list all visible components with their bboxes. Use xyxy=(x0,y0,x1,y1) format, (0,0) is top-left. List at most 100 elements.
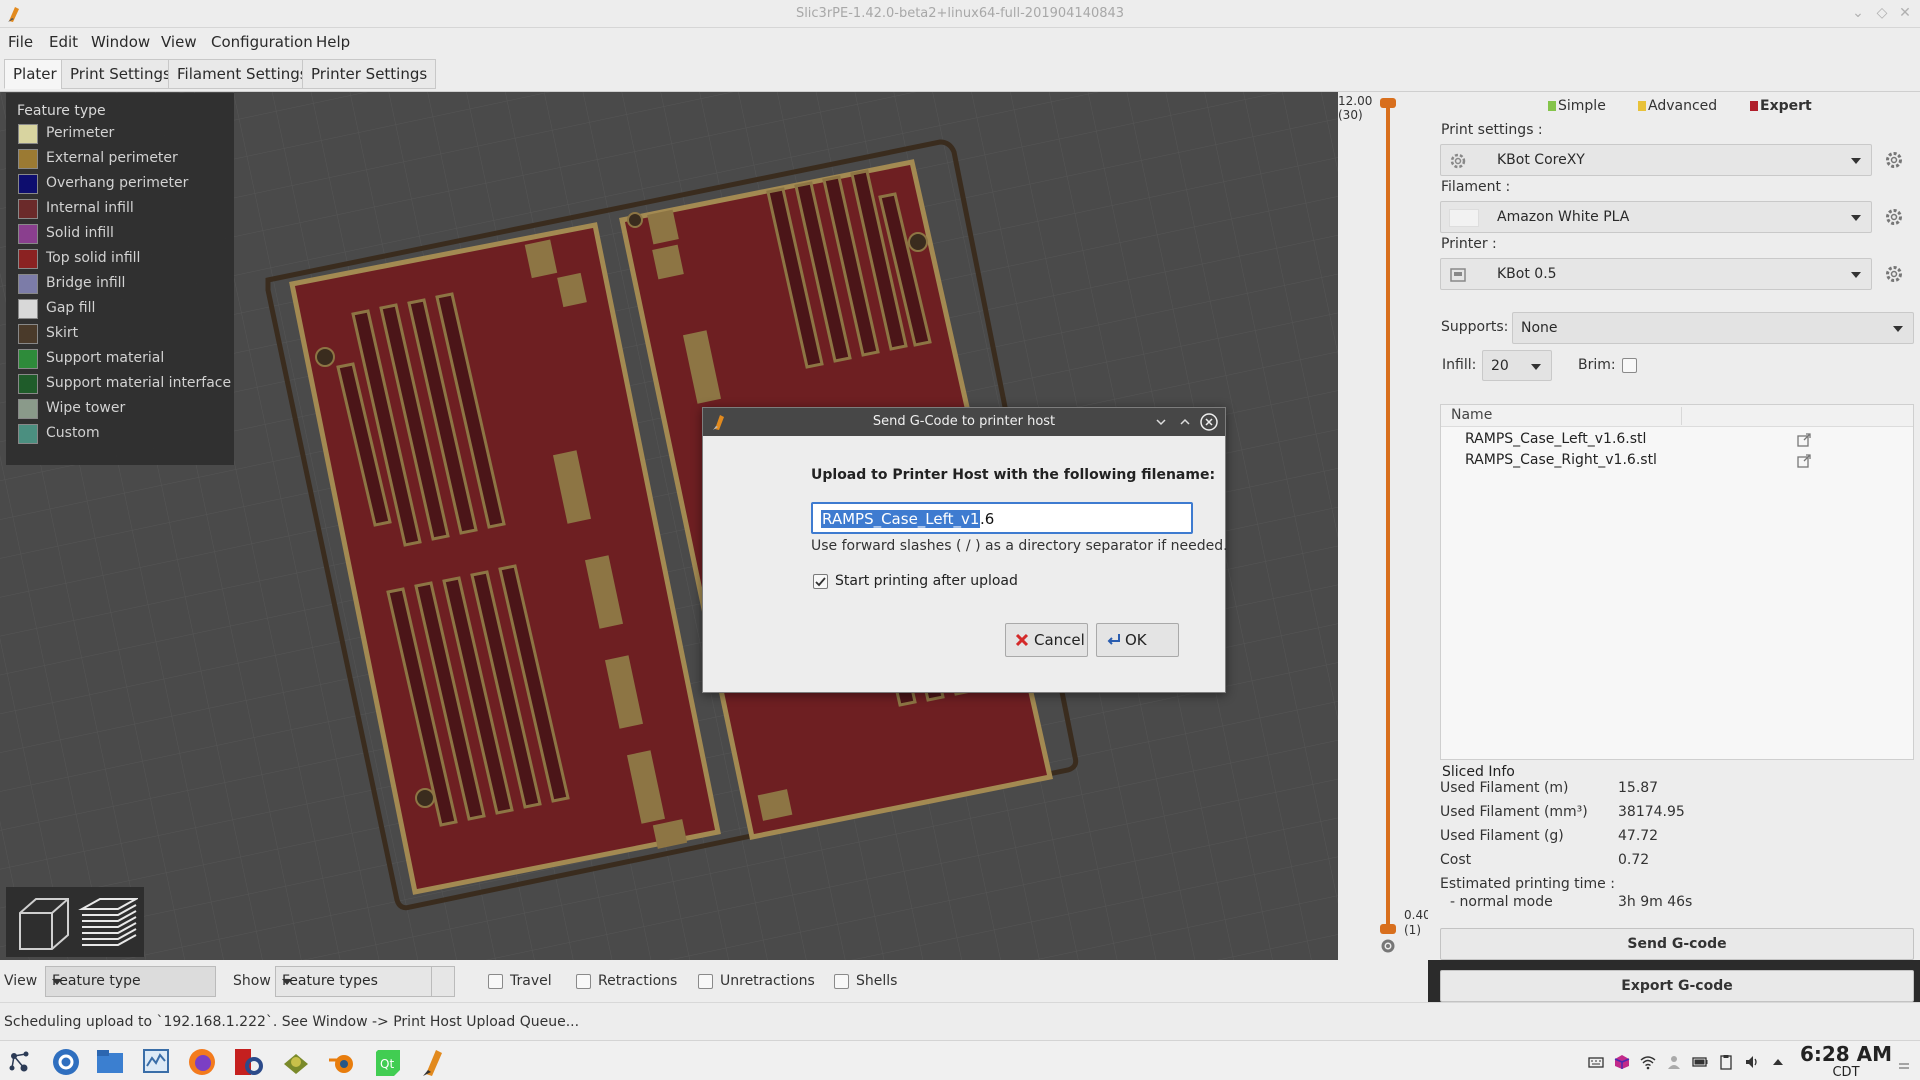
cog-icon[interactable] xyxy=(1380,938,1396,954)
cancel-button[interactable]: Cancel xyxy=(1005,623,1088,657)
qt-creator-icon[interactable]: Qt xyxy=(372,1046,404,1078)
legend-label: Perimeter xyxy=(46,125,115,141)
clock-time: 6:28 AM xyxy=(1799,1042,1893,1066)
firefox-icon[interactable] xyxy=(186,1046,218,1078)
enter-arrow-icon xyxy=(1107,634,1120,645)
freecad-icon[interactable] xyxy=(232,1046,264,1078)
send-gcode-button[interactable]: Send G-code xyxy=(1440,928,1914,960)
name-column-header[interactable]: Name xyxy=(1451,407,1492,423)
file-manager-icon[interactable] xyxy=(94,1046,126,1078)
infill-combo[interactable]: 20 xyxy=(1482,350,1552,381)
legend-swatch xyxy=(18,299,38,319)
user-icon[interactable] xyxy=(1666,1054,1682,1070)
start-printing-checkbox[interactable] xyxy=(813,574,828,589)
tab-printer-settings[interactable]: Printer Settings xyxy=(302,59,437,89)
status-message: Scheduling upload to `192.168.1.222`. Se… xyxy=(4,1014,580,1030)
battery-icon[interactable] xyxy=(1692,1054,1708,1070)
legend-label: Internal infill xyxy=(46,200,134,216)
cube-app-tray-icon[interactable] xyxy=(1614,1054,1630,1070)
menu-view[interactable]: View xyxy=(161,33,197,51)
tab-plater[interactable]: Plater xyxy=(4,59,66,89)
sliced-info-key: Used Filament (mm³) xyxy=(1440,804,1588,820)
sliced-info-key: Used Filament (m) xyxy=(1440,780,1569,796)
menu-window[interactable]: Window xyxy=(91,33,150,51)
close-icon[interactable] xyxy=(1200,413,1218,431)
travel-checkbox[interactable] xyxy=(488,974,503,989)
show-desktop-icon[interactable] xyxy=(1898,1060,1910,1072)
legend-label: Solid infill xyxy=(46,225,114,241)
filament-color-swatch xyxy=(1449,209,1479,227)
maximize-icon[interactable]: ◇ xyxy=(1874,5,1890,21)
printer-combo[interactable]: KBot 0.5 xyxy=(1440,258,1872,290)
view-type-combo[interactable]: Feature type xyxy=(45,966,216,997)
export-gcode-button[interactable]: Export G-code xyxy=(1440,970,1914,1002)
menu-edit[interactable]: Edit xyxy=(49,33,78,51)
tab-bar: Plater Print Settings Filament Settings … xyxy=(0,56,1920,92)
clipboard-icon[interactable] xyxy=(1718,1054,1734,1070)
clock[interactable]: 6:28 AM CDT xyxy=(1796,1040,1896,1080)
print-settings-combo[interactable]: KBot CoreXY xyxy=(1440,144,1872,176)
mode-simple[interactable]: Simple xyxy=(1548,98,1606,114)
wifi-icon[interactable] xyxy=(1640,1054,1656,1070)
system-monitor-icon[interactable] xyxy=(140,1046,172,1078)
sliced-info-key: Cost xyxy=(1440,852,1472,868)
volume-icon[interactable] xyxy=(1744,1054,1760,1070)
maximize-icon[interactable] xyxy=(1179,416,1191,428)
system-settings-icon[interactable] xyxy=(50,1046,82,1078)
filament-combo[interactable]: Amazon White PLA xyxy=(1440,201,1872,233)
print-settings-value: KBot CoreXY xyxy=(1497,152,1585,168)
dialog-title-bar: Send G-Code to printer host xyxy=(703,408,1225,436)
print-settings-gear-icon[interactable] xyxy=(1884,150,1904,170)
keyboard-icon[interactable] xyxy=(1588,1054,1604,1070)
edit-object-icon[interactable] xyxy=(1797,433,1811,447)
legend-title: Feature type xyxy=(17,103,106,119)
close-icon[interactable]: ✕ xyxy=(1897,5,1913,21)
menu-file[interactable]: File xyxy=(8,33,33,51)
slider-bottom-thumb[interactable] xyxy=(1380,924,1396,934)
blender-icon[interactable] xyxy=(326,1046,358,1078)
slider-top-thumb[interactable] xyxy=(1380,98,1396,108)
start-printing-label: Start printing after upload xyxy=(835,573,1018,589)
layers-view-icon[interactable] xyxy=(78,895,138,953)
brim-checkbox[interactable] xyxy=(1622,358,1637,373)
app-launcher-icon[interactable] xyxy=(4,1046,36,1078)
legend-swatch xyxy=(18,124,38,144)
printer-gear-icon[interactable] xyxy=(1884,264,1904,284)
travel-label: Travel xyxy=(510,973,552,989)
mode-expert[interactable]: Expert xyxy=(1750,98,1812,114)
object-item[interactable]: RAMPS_Case_Right_v1.6.stl xyxy=(1465,452,1657,468)
layer-slider[interactable]: 12.00 (30) 0.40 (1) xyxy=(1338,92,1431,960)
checkmark-icon xyxy=(815,577,826,587)
chevron-down-icon xyxy=(1893,326,1903,332)
unretractions-checkbox[interactable] xyxy=(698,974,713,989)
ok-label: OK xyxy=(1125,631,1147,649)
dialog-prompt: Upload to Printer Host with the followin… xyxy=(811,467,1216,483)
shells-checkbox[interactable] xyxy=(834,974,849,989)
cura-icon[interactable] xyxy=(280,1046,312,1078)
3d-view-cube-icon[interactable] xyxy=(12,895,72,953)
show-combo[interactable]: Feature types xyxy=(275,966,455,997)
edit-object-icon[interactable] xyxy=(1797,454,1811,468)
supports-value: None xyxy=(1521,320,1558,336)
sliced-info: Sliced Info Used Filament (m) 15.87 Used… xyxy=(1440,764,1914,910)
tab-filament-settings[interactable]: Filament Settings xyxy=(168,59,317,89)
mode-advanced[interactable]: Advanced xyxy=(1638,98,1717,114)
retractions-checkbox[interactable] xyxy=(576,974,591,989)
filename-input[interactable]: RAMPS_Case_Left_v1 .6 xyxy=(811,502,1193,534)
object-item[interactable]: RAMPS_Case_Left_v1.6.stl xyxy=(1465,431,1646,447)
combo-divider xyxy=(431,967,432,996)
slider-track[interactable] xyxy=(1386,104,1390,930)
filament-gear-icon[interactable] xyxy=(1884,207,1904,227)
slic3r-icon[interactable] xyxy=(418,1046,450,1078)
chevron-down-icon xyxy=(1531,364,1541,370)
expand-tray-icon[interactable] xyxy=(1770,1054,1786,1070)
menu-help[interactable]: Help xyxy=(316,33,350,51)
tab-print-settings[interactable]: Print Settings xyxy=(61,59,180,89)
minimize-icon[interactable]: ⌄ xyxy=(1850,5,1866,21)
menu-configuration[interactable]: Configuration xyxy=(211,33,313,51)
ok-button[interactable]: OK xyxy=(1096,623,1179,657)
slider-top-value: 12.00 xyxy=(1338,94,1373,108)
minimize-icon[interactable] xyxy=(1155,416,1167,428)
supports-combo[interactable]: None xyxy=(1512,312,1914,344)
title-bar: Slic3rPE-1.42.0-beta2+linux64-full-20190… xyxy=(0,0,1920,28)
